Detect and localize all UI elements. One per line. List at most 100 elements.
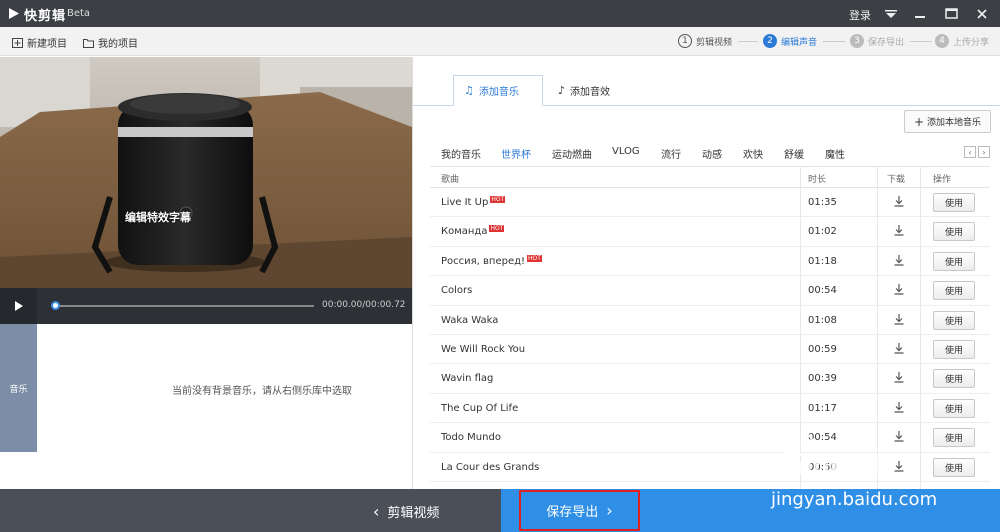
sound-tabs: ♫ 添加音乐 ♪ 添加音效 — [413, 57, 1000, 106]
use-button[interactable]: 使用 — [933, 369, 975, 389]
step-upload-share[interactable]: 4 上传分享 — [935, 34, 989, 48]
step-edit-video[interactable]: 1 剪辑视频 — [678, 34, 732, 48]
baidu-watermark: Baidu经验 — [762, 422, 962, 482]
watermark-url: jingyan.baidu.com — [771, 489, 938, 510]
use-button[interactable]: 使用 — [933, 222, 975, 242]
music-track-label: 音乐 — [0, 324, 37, 452]
play-button[interactable] — [0, 288, 37, 324]
add-local-music-button[interactable]: + 添加本地音乐 — [904, 110, 991, 133]
song-duration: 01:08 — [808, 314, 837, 326]
song-name-cell: Live It Up HOT — [441, 196, 506, 208]
song-name-cell: We Will Rock You — [441, 344, 525, 355]
step-edit-audio[interactable]: 2 编辑声音 — [763, 34, 817, 48]
song-duration: 00:39 — [808, 373, 837, 385]
category-world-cup[interactable]: 世界杯 — [501, 146, 531, 161]
song-row[interactable]: Wavin flag 00:39 使用 — [430, 364, 990, 394]
song-name: Wavin flag — [441, 373, 494, 385]
song-row[interactable]: Команда HOT 01:02 使用 — [430, 217, 990, 247]
use-button[interactable]: 使用 — [933, 339, 975, 359]
song-row[interactable]: Colors 00:54 使用 — [430, 276, 990, 306]
chevron-right-icon[interactable]: › — [978, 146, 990, 158]
song-name-cell: The Cup Of Life — [441, 403, 518, 414]
header-duration: 时长 — [808, 175, 827, 185]
download-icon[interactable] — [892, 253, 906, 267]
download-icon[interactable] — [892, 341, 906, 355]
download-icon[interactable] — [892, 223, 906, 237]
download-icon[interactable] — [892, 194, 906, 208]
song-name: Россия, вперед! — [441, 255, 526, 267]
new-project-label: 新建项目 — [27, 39, 67, 50]
song-duration: 01:02 — [808, 226, 837, 238]
song-name-cell: Colors — [441, 285, 472, 296]
step-label: 剪辑视频 — [696, 37, 733, 48]
download-icon[interactable] — [892, 400, 906, 414]
video-frame-image — [0, 57, 412, 288]
song-name-cell: Россия, вперед! HOT — [441, 254, 542, 267]
new-project-button[interactable]: 新建项目 — [12, 35, 67, 50]
back-edit-video-button[interactable]: ‹ 剪辑视频 — [373, 502, 439, 521]
category-quirky[interactable]: 魔性 — [825, 146, 845, 161]
beta-badge: Beta — [67, 8, 91, 19]
toolbar: 新建项目 我的项目 1 剪辑视频 2 编辑声音 3 保存导出 4 上传分享 — [0, 27, 1000, 56]
step-label: 上传分享 — [953, 37, 990, 48]
step-number: 1 — [678, 34, 692, 48]
my-projects-button[interactable]: 我的项目 — [83, 35, 138, 50]
tab-add-music[interactable]: ♫ 添加音乐 — [453, 75, 543, 106]
progress-track[interactable] — [52, 305, 314, 307]
step-save-export[interactable]: 3 保存导出 — [850, 34, 904, 48]
progress-knob[interactable] — [51, 301, 60, 310]
maximize-icon[interactable] — [937, 0, 965, 27]
use-button[interactable]: 使用 — [933, 193, 975, 212]
song-row[interactable]: We Will Rock You 00:59 使用 — [430, 335, 990, 365]
category-sports[interactable]: 运动燃曲 — [552, 146, 592, 161]
use-button[interactable]: 使用 — [933, 251, 975, 271]
chevron-left-icon[interactable]: ‹ — [964, 146, 976, 158]
category-cheerful[interactable]: 欢快 — [743, 146, 763, 161]
use-button[interactable]: 使用 — [933, 281, 975, 301]
song-duration: 01:17 — [808, 402, 837, 414]
video-preview[interactable]: 编辑特效字幕 — [0, 57, 412, 288]
song-name: Colors — [441, 285, 473, 297]
download-icon[interactable] — [892, 282, 906, 296]
tab-add-sound-effect[interactable]: ♪ 添加音效 — [548, 75, 638, 106]
step-connector — [910, 41, 932, 42]
category-dynamic[interactable]: 动感 — [702, 146, 722, 161]
menu-dropdown-icon[interactable] — [877, 0, 905, 27]
tab-label: 添加音效 — [570, 87, 611, 98]
download-icon[interactable] — [892, 312, 906, 326]
time-readout: 00:00.00/00:00.72 — [322, 300, 406, 310]
song-row[interactable]: Live It Up HOT 01:35 使用 — [430, 188, 990, 218]
download-icon[interactable] — [892, 370, 906, 384]
close-icon[interactable] — [968, 0, 996, 27]
category-vlog[interactable]: VLOG — [612, 146, 640, 157]
song-table-header: 歌曲 时长 下载 操作 — [430, 166, 990, 188]
minimize-icon[interactable] — [906, 0, 934, 27]
song-row[interactable]: Россия, вперед! HOT 01:18 使用 — [430, 247, 990, 277]
song-row[interactable]: The Cup Of Life 01:17 使用 — [430, 394, 990, 424]
song-row[interactable]: Waka Waka 01:08 使用 — [430, 306, 990, 335]
my-projects-label: 我的项目 — [98, 39, 138, 50]
player-controls: 00:00.00/00:00.72 — [0, 288, 412, 324]
save-export-button[interactable]: 保存导出 › — [519, 490, 640, 531]
step-label: 保存导出 — [868, 37, 905, 48]
use-button[interactable]: 使用 — [933, 310, 975, 330]
subtitle-caption[interactable]: 编辑特效字幕 — [125, 209, 191, 225]
timeline-filler — [0, 452, 412, 489]
plus-box-icon — [12, 37, 23, 48]
category-pop[interactable]: 流行 — [661, 146, 681, 161]
song-name: La Cour des Grands — [441, 461, 540, 473]
login-link[interactable]: 登录 — [849, 7, 871, 23]
use-button[interactable]: 使用 — [933, 398, 975, 418]
category-soothing[interactable]: 舒缓 — [784, 146, 804, 161]
category-my-music[interactable]: 我的音乐 — [441, 146, 481, 161]
song-name-cell: Команда HOT — [441, 225, 505, 237]
header-download: 下载 — [887, 175, 906, 185]
sound-effect-icon: ♪ — [558, 84, 566, 97]
music-track-area[interactable]: 当前没有背景音乐，请从右侧乐库中选取 — [37, 324, 412, 452]
chevron-left-icon: ‹ — [373, 502, 380, 521]
song-name: The Cup Of Life — [441, 402, 519, 414]
category-bar: 我的音乐 世界杯 运动燃曲 VLOG 流行 动感 欢快 舒缓 魔性 ‹ › — [413, 140, 1000, 166]
hot-badge: HOT — [490, 196, 506, 203]
app-title: 快剪辑 — [24, 9, 67, 24]
song-name: Todo Mundo — [441, 432, 501, 444]
